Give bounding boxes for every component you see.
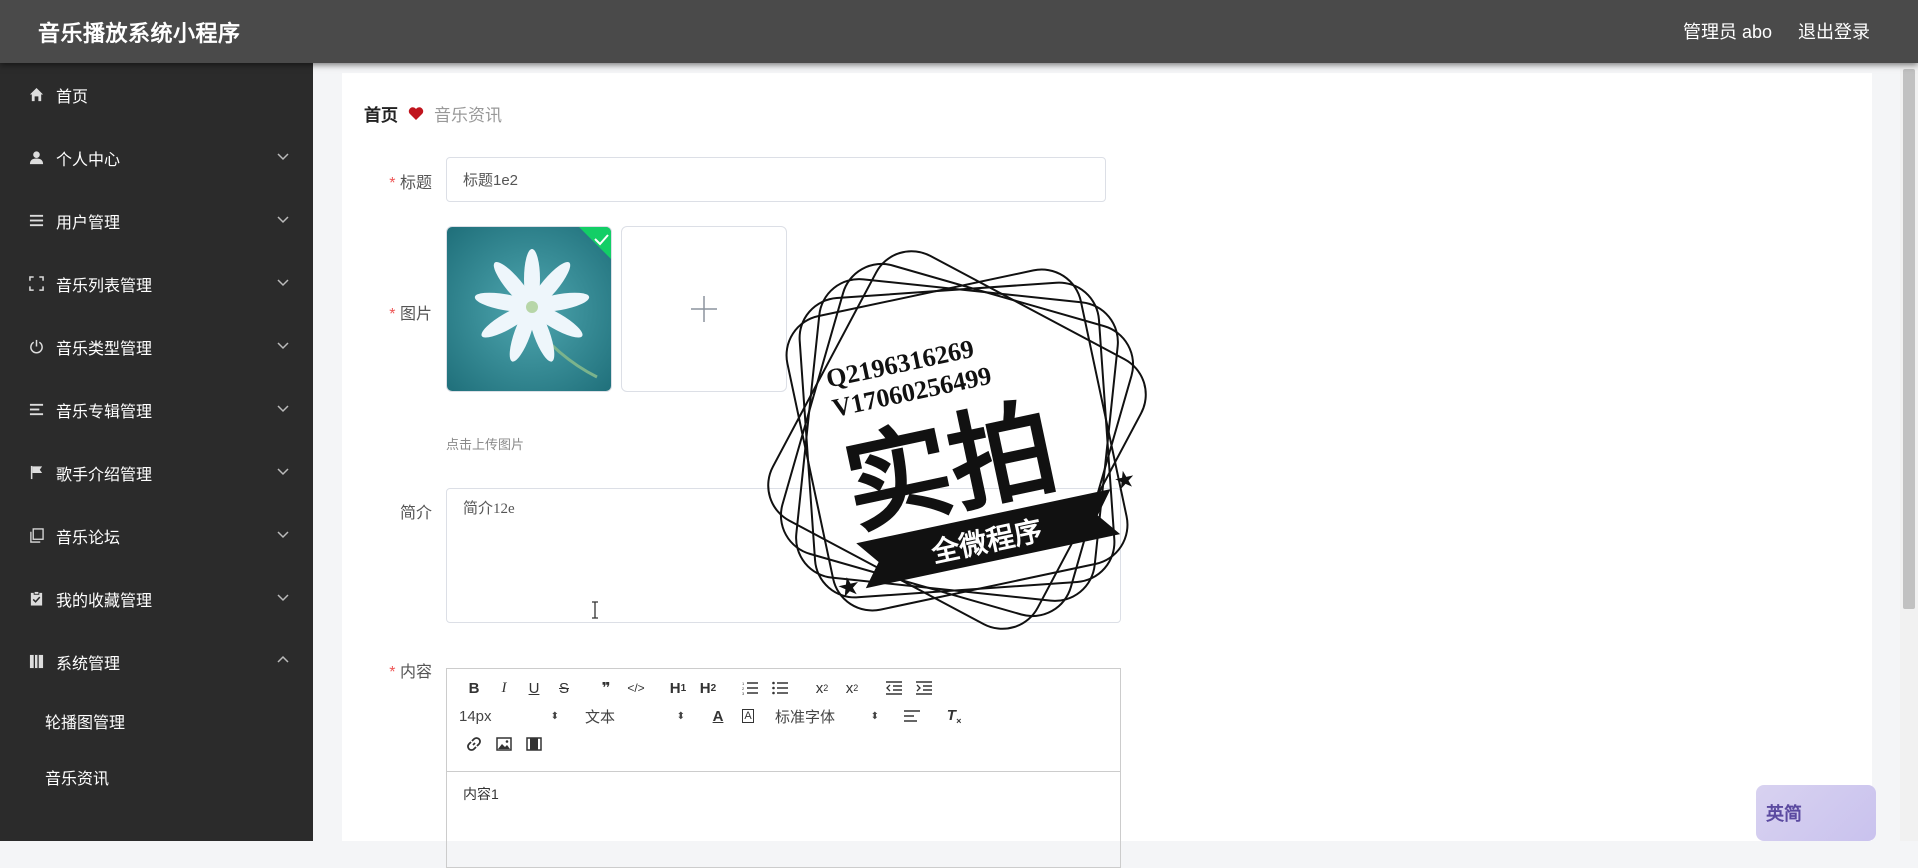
blockquote-button[interactable]: ❞ — [591, 676, 621, 700]
image-label: * 图片 — [389, 306, 432, 323]
sidebar-item-singer[interactable]: 歌手介绍管理 — [0, 441, 313, 504]
sidebar-item-label: 音乐论坛 — [56, 529, 121, 547]
sidebar-subitem-music-news[interactable]: 音乐资讯 — [0, 749, 313, 805]
ordered-list-icon[interactable]: 123 — [735, 676, 765, 700]
clear-format-icon[interactable]: T× — [939, 704, 969, 728]
ime-badge[interactable]: 英简 — [1756, 785, 1876, 841]
sidebar-item-label: 首页 — [56, 88, 89, 106]
link-icon[interactable] — [459, 732, 489, 756]
svg-text:3: 3 — [742, 691, 745, 695]
sidebar: 首页 个人中心 用户管理 音乐列表管理 音乐类型管理 音乐专辑管理 歌手介绍管理… — [0, 63, 313, 841]
rich-text-editor: B I U S ❞ </> H1 H2 123 x2 x2 14px ⬍ 文本 ⬍ … — [446, 668, 1121, 868]
scrollbar-thumb[interactable] — [1903, 69, 1915, 609]
uploaded-image-thumbnail[interactable] — [446, 226, 612, 392]
align-icon — [28, 402, 44, 418]
power-icon — [28, 339, 44, 355]
header-style-select[interactable]: 文本 ⬍ — [585, 706, 685, 727]
editor-content[interactable]: 内容1 — [447, 772, 1120, 816]
sidebar-item-users[interactable]: 用户管理 — [0, 189, 313, 252]
user-name[interactable]: 管理员 abo — [1683, 18, 1772, 44]
copy-icon — [28, 528, 44, 544]
page-scrollbar[interactable] — [1900, 63, 1918, 841]
chevron-down-icon — [277, 405, 289, 413]
h1-button[interactable]: H1 — [663, 676, 693, 700]
app-title: 音乐播放系统小程序 — [38, 21, 241, 46]
subscript-button[interactable]: x2 — [807, 676, 837, 700]
underline-button[interactable]: U — [519, 676, 549, 700]
text-cursor-icon — [592, 601, 598, 619]
sidebar-subitem-label: 音乐资讯 — [45, 771, 110, 788]
chevron-down-icon — [277, 153, 289, 161]
breadcrumb-current: 音乐资讯 — [434, 106, 502, 125]
sidebar-item-forum[interactable]: 音乐论坛 — [0, 504, 313, 567]
heart-icon — [408, 107, 424, 120]
sidebar-item-system[interactable]: 系统管理 — [0, 630, 313, 693]
chevron-down-icon — [277, 531, 289, 539]
font-size-select[interactable]: 14px ⬍ — [459, 708, 559, 725]
chevron-down-icon — [277, 342, 289, 350]
upload-image-button[interactable] — [621, 226, 787, 392]
code-block-button[interactable]: </> — [621, 676, 651, 700]
video-insert-icon[interactable] — [519, 732, 549, 756]
strike-button[interactable]: S — [549, 676, 579, 700]
chevron-down-icon — [277, 279, 289, 287]
sidebar-item-label: 音乐专辑管理 — [56, 403, 153, 421]
home-icon — [28, 87, 44, 103]
font-family-select[interactable]: 标准字体 ⬍ — [775, 706, 879, 727]
sidebar-item-music-type[interactable]: 音乐类型管理 — [0, 315, 313, 378]
sidebar-item-album[interactable]: 音乐专辑管理 — [0, 378, 313, 441]
top-right-menu: 管理员 abo 退出登录 — [1683, 18, 1870, 44]
sidebar-item-label: 音乐类型管理 — [56, 340, 153, 358]
plus-icon — [691, 296, 717, 322]
sidebar-item-favorites[interactable]: 我的收藏管理 — [0, 567, 313, 630]
flag-icon — [28, 465, 44, 481]
breadcrumb: 首页 音乐资讯 — [364, 101, 502, 126]
upload-hint: 点击上传图片 — [446, 437, 525, 452]
sidebar-item-label: 歌手介绍管理 — [56, 466, 153, 484]
intro-textarea[interactable]: 简介12e — [446, 488, 1121, 623]
sidebar-item-personal[interactable]: 个人中心 — [0, 126, 313, 189]
h2-button[interactable]: H2 — [693, 676, 723, 700]
bullet-list-icon[interactable] — [765, 676, 795, 700]
user-icon — [28, 150, 44, 166]
sidebar-item-label: 音乐列表管理 — [56, 277, 153, 295]
superscript-button[interactable]: x2 — [837, 676, 867, 700]
sidebar-item-home[interactable]: 首页 — [0, 63, 313, 126]
clipboard-check-icon — [28, 591, 44, 607]
align-left-icon[interactable] — [897, 704, 927, 728]
intro-label: 简介 — [399, 505, 432, 522]
sidebar-subitem-carousel[interactable]: 轮播图管理 — [0, 693, 313, 749]
image-insert-icon[interactable] — [489, 732, 519, 756]
content-label: * 内容 — [389, 664, 432, 681]
breadcrumb-home[interactable]: 首页 — [364, 101, 398, 126]
chevron-down-icon — [277, 216, 289, 224]
background-color-icon[interactable]: A — [733, 704, 763, 728]
editor-toolbar: B I U S ❞ </> H1 H2 123 x2 x2 14px ⬍ 文本 ⬍ … — [447, 669, 1120, 772]
sidebar-item-label: 用户管理 — [56, 214, 121, 232]
logout-button[interactable]: 退出登录 — [1798, 18, 1870, 44]
sidebar-item-label: 个人中心 — [56, 151, 121, 169]
flower-image — [447, 227, 611, 391]
indent-icon[interactable] — [909, 676, 939, 700]
frame-icon — [28, 276, 44, 292]
sidebar-item-label: 系统管理 — [56, 655, 121, 673]
title-label: * 标题 — [389, 175, 432, 192]
bold-button[interactable]: B — [459, 676, 489, 700]
chevron-up-icon — [277, 655, 289, 663]
top-bar: 音乐播放系统小程序 管理员 abo 退出登录 — [0, 0, 1918, 63]
font-color-icon[interactable]: A — [703, 704, 733, 728]
list-icon — [28, 213, 44, 229]
sidebar-item-label: 我的收藏管理 — [56, 592, 153, 610]
sidebar-subitem-label: 轮播图管理 — [45, 715, 126, 732]
book-icon — [28, 654, 44, 670]
title-input[interactable] — [446, 157, 1106, 202]
sidebar-item-music-list[interactable]: 音乐列表管理 — [0, 252, 313, 315]
italic-button[interactable]: I — [489, 676, 519, 700]
chevron-down-icon — [277, 468, 289, 476]
outdent-icon[interactable] — [879, 676, 909, 700]
chevron-down-icon — [277, 594, 289, 602]
